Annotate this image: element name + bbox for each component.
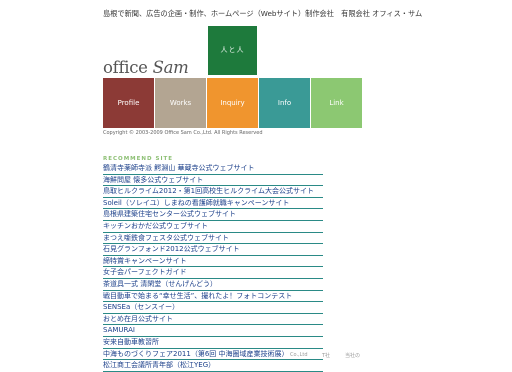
recommend-link[interactable]: SENSEa（センスイー） <box>103 302 323 314</box>
recommend-link[interactable]: SAMURAI <box>103 325 323 337</box>
office-sam-logo[interactable]: office Sam <box>103 58 189 77</box>
nav-profile[interactable]: Profile <box>103 78 154 128</box>
recommend-link[interactable]: おとめ在月公式サイト <box>103 314 323 326</box>
recommend-link[interactable]: 鳥取ヒルクライム2012・第1回高校生ヒルクライム大会公式サイト <box>103 186 323 198</box>
footer-fragment: Co.,Ltd <box>290 352 308 358</box>
recommend-heading: RECOMMEND SITE <box>103 156 174 162</box>
recommend-link[interactable]: Soleil（ソレイユ）しまねの看護師就職キャンペーンサイト <box>103 198 323 210</box>
recommend-link[interactable]: 茶道具一式 清閑堂（せんげんどう） <box>103 279 323 291</box>
copyright: Copyright © 2003-2009 Office Sam Co.,Ltd… <box>103 130 263 136</box>
logo-office: office <box>103 58 148 77</box>
tagline: 島根で新聞、広告の企画・制作、ホームページ（Webサイト）制作会社 有限会社 オ… <box>103 9 423 18</box>
recommend-link[interactable]: 締特賞キャンペーンサイト <box>103 256 323 268</box>
nav-inquiry[interactable]: Inquiry <box>207 78 258 128</box>
recommend-link-list: 鶴清寺薬師寺派 鰐淵山 華蔵寺公式ウェブサイト 海鮮問屋 懐多公式ウェブサイト … <box>103 163 323 372</box>
recommend-link[interactable]: 海鮮問屋 懐多公式ウェブサイト <box>103 175 323 187</box>
recommend-link[interactable]: キッチンおかだ公式ウェブサイト <box>103 221 323 233</box>
nav-link[interactable]: Link <box>311 78 362 128</box>
main-nav: Profile Works Inquiry Info Link <box>103 78 362 128</box>
recommend-link[interactable]: 島根県建築住宅センター公式ウェブサイト <box>103 209 323 221</box>
recommend-link[interactable]: まつえ噺鉄食フェスタ公式ウェブサイト <box>103 233 323 245</box>
recommend-link[interactable]: 戦目動車で始まる“幸せ生活”、撮れたよ！フォトコンテスト <box>103 291 323 303</box>
nav-works[interactable]: Works <box>155 78 206 128</box>
recommend-link[interactable]: 松江商工会議所青年部（松江YEG） <box>103 360 323 372</box>
nav-info[interactable]: Info <box>259 78 310 128</box>
green-accent-block: 人と人 <box>208 26 257 75</box>
recommend-link[interactable]: 鶴清寺薬師寺派 鰐淵山 華蔵寺公式ウェブサイト <box>103 163 323 175</box>
green-block-label: 人と人 <box>220 46 245 54</box>
recommend-link[interactable]: 石見グランフォンド2012公式ウェブサイト <box>103 244 323 256</box>
recommend-link[interactable]: 安来自動車教習所 <box>103 337 323 349</box>
recommend-link[interactable]: 女子会パーフェクトガイド <box>103 267 323 279</box>
logo-sam: Sam <box>152 58 189 77</box>
